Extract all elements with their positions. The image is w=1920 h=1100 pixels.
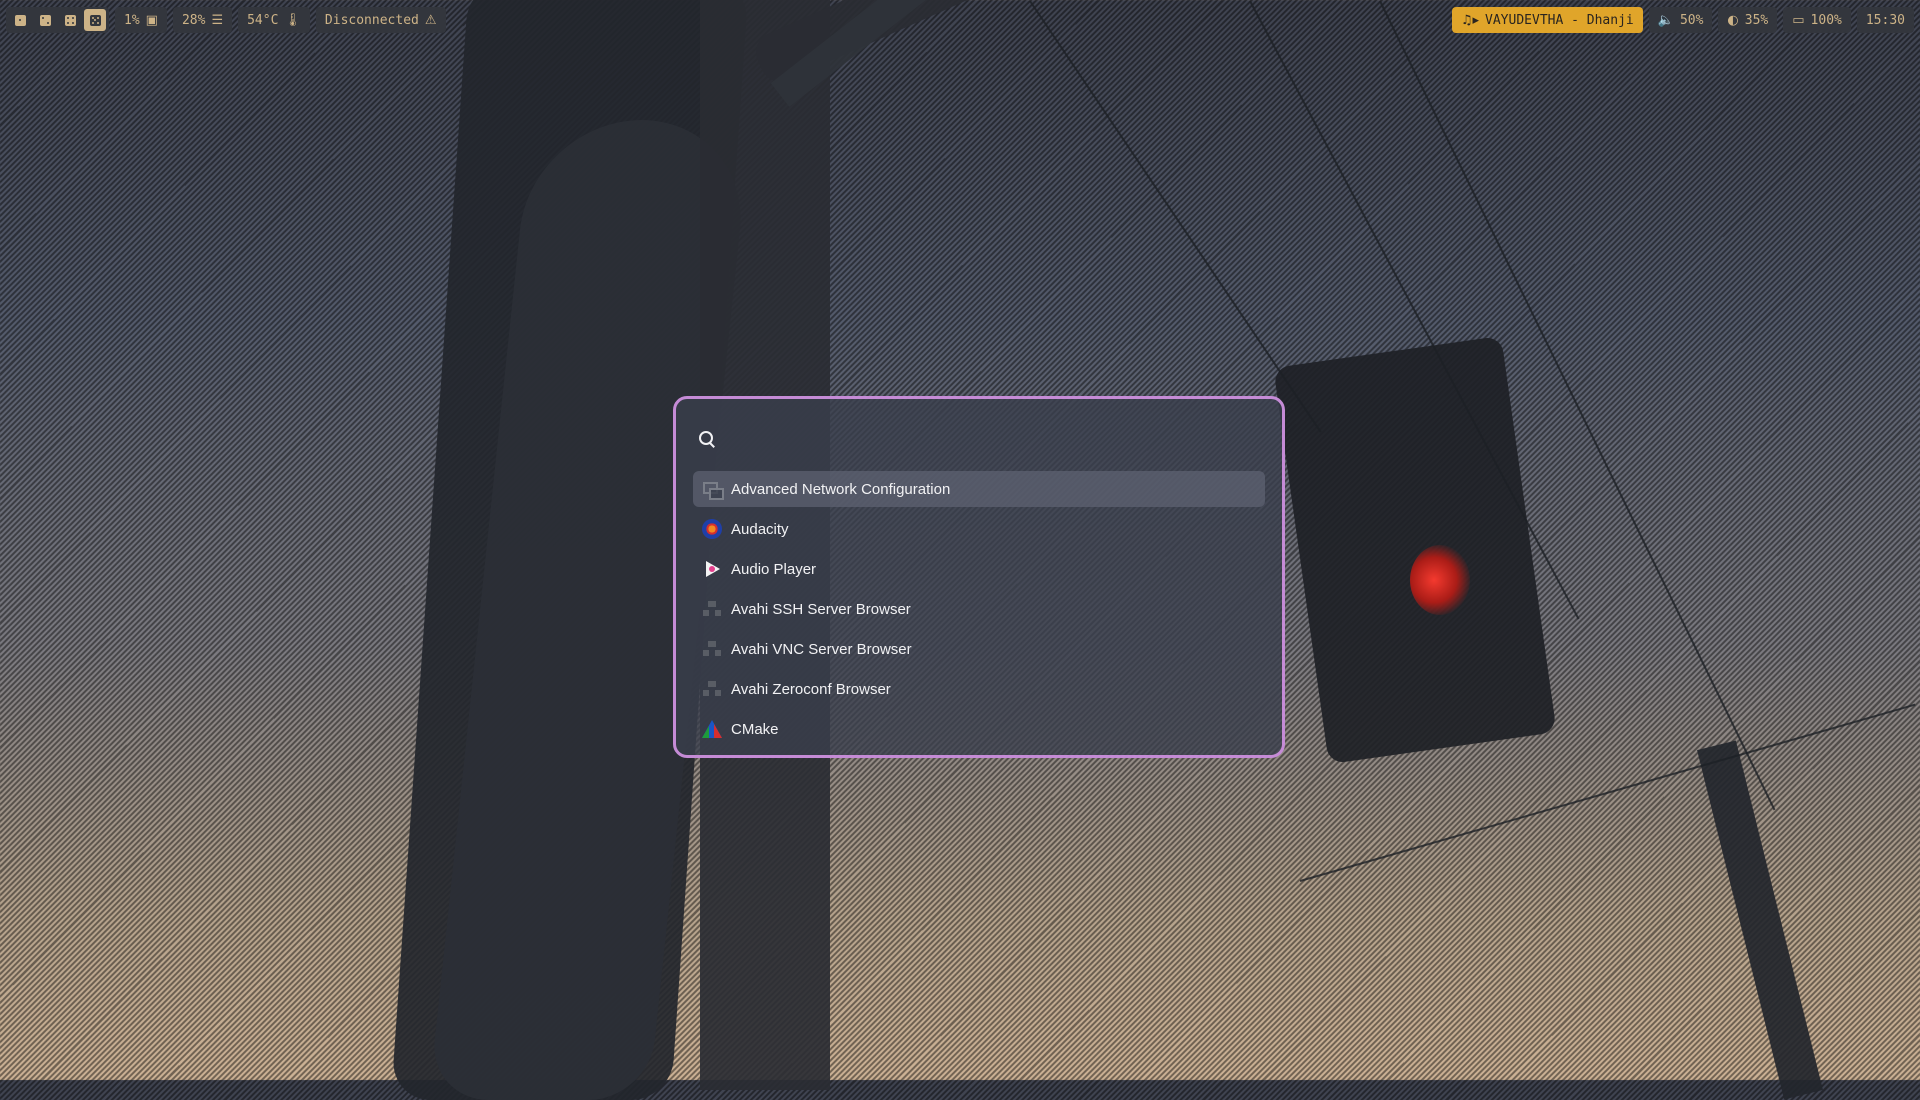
list-item[interactable]: Audio Player bbox=[693, 551, 1265, 587]
temperature-indicator[interactable]: 54°C 🌡 bbox=[238, 7, 310, 33]
list-item-label: Avahi VNC Server Browser bbox=[731, 640, 912, 658]
workspace-1-button[interactable] bbox=[9, 9, 31, 31]
memory-indicator[interactable]: 28% ☰ bbox=[172, 7, 233, 33]
list-item-label: Advanced Network Configuration bbox=[731, 480, 951, 498]
topbar-left: 1% ▣ 28% ☰ 54°C 🌡 Disconnected ⚠ bbox=[6, 6, 446, 34]
list-item-label: Audio Player bbox=[731, 560, 817, 578]
workspace-2-button[interactable] bbox=[34, 9, 56, 31]
topbar-right: ♫▸ VAYUDEVTHA - Dhanji 🔈 50% ◐ 35% ▭ 100… bbox=[1451, 6, 1914, 34]
memory-icon: ☰ bbox=[211, 12, 224, 28]
temperature-value: 54°C bbox=[247, 12, 279, 28]
list-item[interactable]: Avahi Zeroconf Browser bbox=[693, 671, 1265, 707]
volume-value: 50% bbox=[1679, 12, 1704, 28]
network-config-icon bbox=[702, 479, 724, 500]
list-item[interactable]: CMake bbox=[693, 711, 1265, 747]
now-playing: VAYUDEVTHA - Dhanji bbox=[1485, 12, 1634, 28]
music-player[interactable]: ♫▸ VAYUDEVTHA - Dhanji bbox=[1451, 7, 1643, 33]
brightness-value: 35% bbox=[1744, 12, 1769, 28]
list-item-label: CMake bbox=[731, 720, 779, 738]
clock-time: 15:30 bbox=[1865, 12, 1905, 28]
search-input[interactable] bbox=[728, 429, 1258, 449]
audacity-icon bbox=[702, 519, 722, 539]
audio-player-icon bbox=[702, 559, 722, 579]
die-1-icon bbox=[14, 14, 26, 26]
list-item-label: Avahi SSH Server Browser bbox=[731, 600, 911, 618]
battery-icon: ▭ bbox=[1792, 12, 1805, 28]
memory-value: 28% bbox=[181, 12, 206, 28]
wallpaper-wire bbox=[1029, 0, 1322, 433]
workspace-switcher bbox=[6, 7, 109, 33]
list-item[interactable]: Advanced Network Configuration bbox=[693, 471, 1265, 507]
cpu-value: 1% bbox=[124, 12, 140, 28]
clock[interactable]: 15:30 bbox=[1856, 7, 1914, 33]
warning-icon: ⚠ bbox=[424, 12, 437, 28]
volume-indicator[interactable]: 🔈 50% bbox=[1648, 7, 1713, 33]
speaker-icon: 🔈 bbox=[1657, 12, 1674, 28]
die-5-icon bbox=[89, 14, 101, 26]
brightness-indicator[interactable]: ◐ 35% bbox=[1718, 7, 1778, 33]
battery-value: 100% bbox=[1810, 12, 1842, 28]
die-2-icon bbox=[39, 14, 51, 26]
workspace-4-button[interactable] bbox=[84, 9, 106, 31]
app-launcher: Advanced Network Configuration Audacity … bbox=[673, 396, 1285, 758]
list-item[interactable]: Avahi SSH Server Browser bbox=[693, 591, 1265, 627]
network-status: Disconnected bbox=[324, 12, 419, 28]
list-item[interactable]: Avahi VNC Server Browser bbox=[693, 631, 1265, 667]
results-list: Advanced Network Configuration Audacity … bbox=[693, 471, 1265, 751]
list-item-label: Audacity bbox=[731, 520, 789, 538]
brightness-icon: ◐ bbox=[1727, 12, 1739, 28]
list-item-label: Avahi Zeroconf Browser bbox=[731, 680, 891, 698]
music-note-icon: ♫▸ bbox=[1460, 12, 1480, 28]
network-icon bbox=[702, 599, 722, 619]
cpu-icon: ▣ bbox=[145, 12, 158, 28]
search-icon bbox=[698, 430, 716, 448]
workspace-3-button[interactable] bbox=[59, 9, 81, 31]
cmake-icon bbox=[702, 720, 722, 738]
wallpaper-distant-pole bbox=[1697, 740, 1823, 1100]
cpu-indicator[interactable]: 1% ▣ bbox=[115, 7, 167, 33]
wallpaper-traffic-light bbox=[1273, 335, 1557, 765]
list-item[interactable]: Audacity bbox=[693, 511, 1265, 547]
search-row bbox=[698, 425, 1258, 453]
network-indicator[interactable]: Disconnected ⚠ bbox=[315, 7, 446, 33]
network-icon bbox=[702, 679, 722, 699]
network-icon bbox=[702, 639, 722, 659]
die-4-icon bbox=[64, 14, 76, 26]
battery-indicator[interactable]: ▭ 100% bbox=[1783, 7, 1851, 33]
thermometer-icon: 🌡 bbox=[284, 12, 301, 28]
wallpaper-red-light bbox=[1410, 545, 1470, 615]
